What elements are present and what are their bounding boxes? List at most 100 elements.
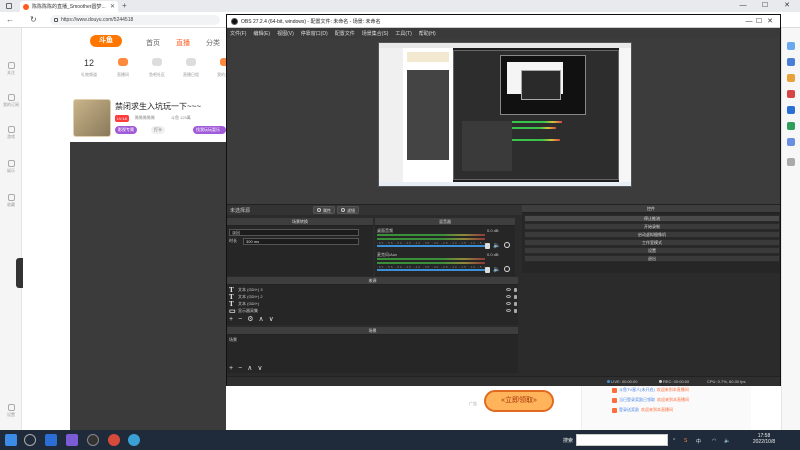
settings-button[interactable]: 设置 [524,247,780,254]
lang-indicator[interactable]: 中 [696,438,701,445]
nav-category[interactable]: 分类 [206,38,220,48]
lock-icon[interactable] [514,287,517,292]
volume-slider[interactable] [377,245,489,247]
browser-tab-douyu[interactable]: 陈陈陈陈的直播_Smoother圆梦... ✕ [20,1,118,12]
list-item[interactable]: T 文本 (GDI+) 3 [229,286,517,294]
taskbar-search-box[interactable] [576,434,668,446]
video-player[interactable] [70,142,226,430]
excel-icon[interactable] [787,122,795,130]
dock-header-controls[interactable]: 控件 [522,205,780,213]
rail-item-subscribe[interactable]: 我的订阅 [2,94,20,108]
menu-help[interactable]: 帮助(H) [419,30,436,37]
menu-edit[interactable]: 编辑(E) [253,30,270,37]
gear-icon[interactable] [504,242,510,248]
obs-taskbar-icon[interactable] [87,434,99,446]
properties-button[interactable]: 属性 [313,206,335,214]
nav-live[interactable]: 直播 [176,38,190,48]
menu-scene-collection[interactable]: 场景集合(S) [362,30,389,37]
rail-collapse-handle[interactable] [16,258,23,288]
lock-icon[interactable] [514,308,517,313]
eye-icon[interactable] [506,295,511,298]
search-icon[interactable] [24,434,36,446]
browser-close-button[interactable]: ✕ [776,0,798,12]
dock-header-scenes[interactable]: 场景 [227,327,518,335]
filters-button[interactable]: 滤镜 [337,206,359,214]
list-item[interactable]: 场景 [227,336,518,343]
send-icon[interactable] [787,138,795,146]
studio-mode-button[interactable]: 工作室模式 [524,239,780,246]
shopping-icon[interactable] [787,58,795,66]
menu-file[interactable]: 文件(F) [230,30,246,37]
list-item[interactable]: T 文本 (GDI+) [229,300,517,308]
list-item[interactable]: ▭ 显示器采集 [229,307,517,315]
source-properties-gear-icon[interactable]: ⚙ [247,315,253,323]
menu-view[interactable]: 视图(V) [277,30,294,37]
start-recording-button[interactable]: 开始录制 [524,223,780,230]
taskbar-clock[interactable]: 17:58 2022/10/8 [749,433,779,445]
rail-item-follow[interactable]: 关注 [2,62,20,76]
eye-icon[interactable] [506,302,511,305]
rail-item-entertainment[interactable]: 娱乐 [2,160,20,174]
chevron-up-icon[interactable]: ⌃ [672,438,676,444]
new-tab-button[interactable]: + [122,1,127,10]
edge-icon[interactable] [45,434,57,446]
volume-icon[interactable]: 🔈 [724,438,730,444]
move-up-button[interactable]: ∧ [258,315,263,323]
browser-maximize-button[interactable]: ☐ [754,0,776,12]
outlook-icon[interactable] [787,106,795,114]
tab-close-icon[interactable]: ✕ [110,3,115,10]
transition-type-select[interactable]: 淡出 [229,228,359,236]
lock-icon[interactable] [514,301,517,306]
obs-preview-canvas[interactable] [378,42,632,187]
tag-pill[interactable]: 找我玩玩耍乐趣 [193,126,226,140]
stat-room[interactable]: 直播间 [106,58,140,78]
rail-item-favorites[interactable]: 收藏 [2,194,20,208]
eye-icon[interactable] [506,288,511,291]
speaker-icon[interactable]: 🔈 [493,242,500,249]
promo-claim-button[interactable]: «立即领取» [484,390,554,412]
streamer-name[interactable]: 陈陈陈陈陈 [135,115,155,121]
teams-icon[interactable] [66,434,78,446]
list-item[interactable]: T 文本 (GDI+) 2 [229,293,517,301]
search-icon[interactable] [787,42,795,50]
menu-docks[interactable]: 停靠窗口(D) [301,30,328,37]
office-icon[interactable] [787,90,795,98]
volume-slider-knob[interactable] [485,243,490,249]
add-scene-button[interactable]: + [229,365,233,372]
exit-button[interactable]: 退出 [524,255,780,262]
browser-taskbar-icon[interactable] [108,434,120,446]
remove-source-button[interactable]: − [238,316,242,323]
tag-pill[interactable]: 打卡 [151,126,165,134]
speaker-icon[interactable]: 🔈 [493,266,500,273]
rail-item-games[interactable]: 游戏 [2,126,20,140]
lock-icon[interactable] [514,294,517,299]
stat-schedule[interactable]: 直播日程 [174,58,208,78]
move-down-button[interactable]: ∨ [257,364,262,372]
dock-header-mixer[interactable]: 混音器 [375,218,515,226]
move-up-button[interactable]: ∧ [247,364,252,372]
menu-profile[interactable]: 配置文件 [335,30,355,37]
dock-header-transition[interactable]: 场景转换 [227,218,373,226]
back-arrow-icon[interactable]: ← [6,15,14,24]
app-taskbar-icon[interactable] [128,434,140,446]
windows-start-icon[interactable] [5,434,17,446]
stop-streaming-button[interactable]: 停止推流 [524,215,780,222]
streamer-avatar[interactable] [73,99,111,137]
stat-gift[interactable]: 12 礼物频道 [72,58,106,78]
obs-close-button[interactable]: ✕ [760,15,780,28]
start-virtual-camera-button[interactable]: 启动虚拟摄像机 [524,231,780,238]
tab-actions-icon[interactable] [6,3,12,9]
gear-icon[interactable] [504,266,510,272]
url-field[interactable]: https://www.douyu.com/5244518 [50,15,220,25]
network-icon[interactable]: ◠ [712,438,716,444]
douyu-logo[interactable]: 斗鱼 [90,35,122,47]
volume-slider[interactable] [377,269,489,271]
browser-minimize-button[interactable]: — [732,0,754,12]
tag-pill[interactable]: 影视专属 [115,126,137,134]
volume-slider-knob[interactable] [485,267,490,273]
plus-icon[interactable] [787,158,795,166]
refresh-icon[interactable]: ↻ [30,15,37,24]
rail-item-settings[interactable]: 设置 [2,404,20,418]
add-source-button[interactable]: + [229,316,233,323]
tools-icon[interactable] [787,74,795,82]
